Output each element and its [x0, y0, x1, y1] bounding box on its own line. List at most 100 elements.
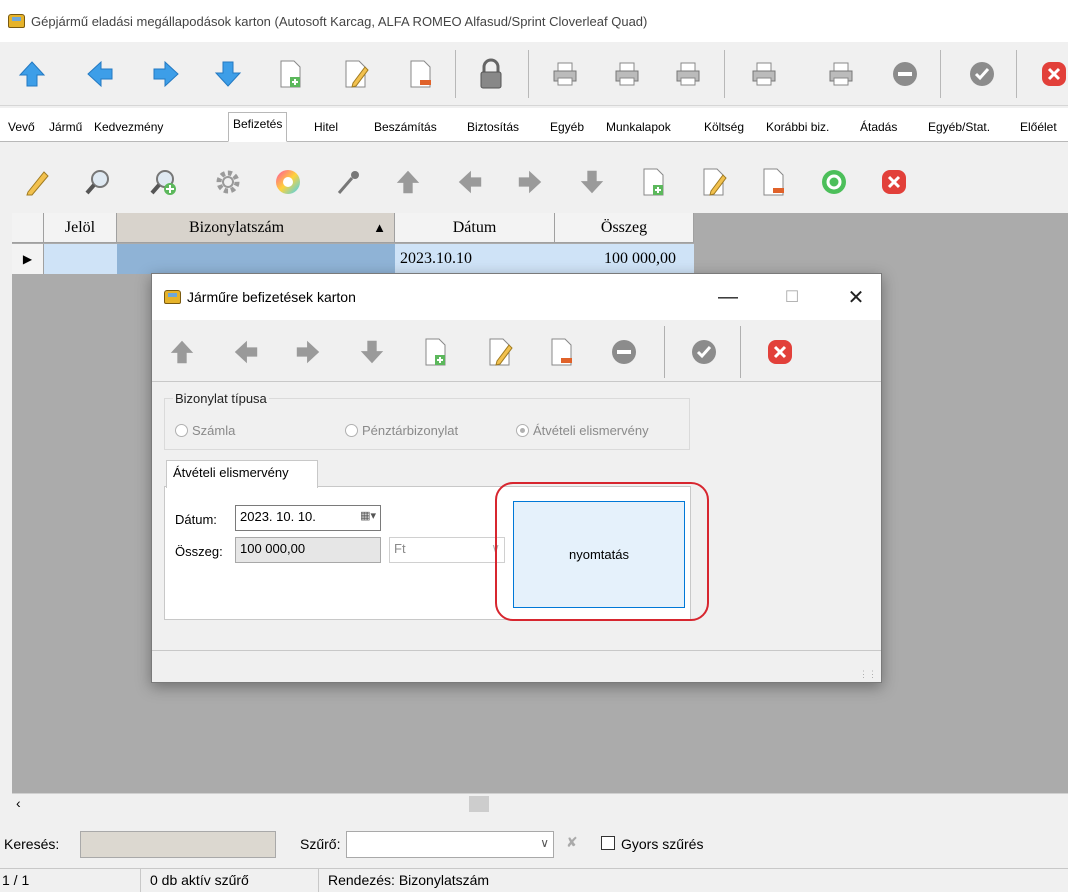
date-field[interactable]: 2023. 10. 10. ▦▾: [235, 505, 381, 531]
tab-hitel[interactable]: Hitel: [310, 116, 342, 138]
cell-jelol[interactable]: [44, 244, 117, 274]
radio-label: Pénztárbizonylat: [362, 423, 459, 438]
cell-bizonylatszam[interactable]: [117, 244, 395, 274]
column-header-osszeg[interactable]: Összeg: [555, 213, 694, 243]
radio-label: Átvételi elismervény: [533, 423, 649, 438]
radio-circle: [175, 424, 188, 437]
tab-egyeb[interactable]: Egyéb: [546, 116, 588, 138]
filter-dropdown[interactable]: ∨: [346, 831, 554, 858]
active-filter-count: 0 db aktív szűrő: [150, 872, 249, 888]
printer-icon[interactable]: [547, 54, 583, 94]
close-red-icon[interactable]: [876, 162, 912, 202]
printer-icon[interactable]: [746, 54, 782, 94]
right-arrow-icon[interactable]: [148, 54, 184, 94]
tab-atadas[interactable]: Átadás: [856, 116, 901, 138]
tab-eloelet[interactable]: Előélet: [1016, 116, 1061, 138]
filter-label: Szűrő:: [300, 836, 341, 852]
cell-osszeg[interactable]: 100 000,00: [555, 244, 694, 274]
column-header-bizonylatszam[interactable]: Bizonylatszám ▲: [117, 213, 395, 243]
tab-koltseg[interactable]: Költség: [700, 116, 748, 138]
up-arrow-icon[interactable]: [164, 332, 200, 372]
horizontal-scrollbar[interactable]: ‹: [12, 793, 1068, 813]
car-icon: [164, 290, 181, 304]
dialog-toolbar: [152, 320, 881, 382]
edit-document-icon[interactable]: [338, 54, 374, 94]
check-circle-icon[interactable]: [686, 332, 722, 372]
delete-document-icon[interactable]: [544, 332, 580, 372]
scroll-left-icon[interactable]: ‹: [16, 795, 21, 811]
lock-icon[interactable]: [473, 54, 509, 94]
document-type-group: Bizonylat típusa Számla Pénztárbizonylat…: [164, 391, 690, 450]
delete-document-icon[interactable]: [756, 162, 792, 202]
pencil-icon[interactable]: [20, 162, 56, 202]
close-red-icon[interactable]: [762, 332, 798, 372]
minimize-icon[interactable]: —: [705, 274, 751, 320]
chevron-down-icon: ∨: [540, 836, 549, 850]
left-arrow-icon[interactable]: [452, 162, 488, 202]
printer-icon[interactable]: [823, 54, 859, 94]
tab-befizetes[interactable]: Befizetés: [228, 112, 288, 142]
down-arrow-icon[interactable]: [354, 332, 390, 372]
sort-ascending-icon: ▲: [373, 219, 386, 235]
resize-grip-icon[interactable]: ⋮⋮: [859, 669, 877, 680]
new-document-icon[interactable]: [636, 162, 672, 202]
amount-label: Összeg:: [175, 544, 223, 559]
tab-beszamitas[interactable]: Beszámítás: [370, 116, 441, 138]
status-bar: 1 / 1 0 db aktív szűrő Rendezés: Bizonyl…: [0, 868, 1068, 892]
date-value: 2023. 10. 10.: [240, 509, 316, 524]
down-arrow-icon[interactable]: [210, 54, 246, 94]
column-header-jelol[interactable]: Jelöl: [44, 213, 117, 243]
minus-circle-icon[interactable]: [606, 332, 642, 372]
left-arrow-icon[interactable]: [82, 54, 118, 94]
maximize-icon[interactable]: ☐: [769, 274, 815, 320]
right-arrow-icon[interactable]: [512, 162, 548, 202]
scrollbar-thumb[interactable]: [469, 796, 489, 812]
new-document-icon[interactable]: [418, 332, 454, 372]
radio-atveteli-elismerveny[interactable]: Átvételi elismervény: [516, 423, 649, 438]
cell-datum[interactable]: 2023.10.10: [395, 244, 555, 274]
column-header-datum[interactable]: Dátum: [395, 213, 555, 243]
tab-egyeb-stat[interactable]: Egyéb/Stat.: [924, 116, 994, 138]
search-icon[interactable]: [80, 162, 116, 202]
new-document-icon[interactable]: [273, 54, 309, 94]
check-circle-icon[interactable]: [964, 54, 1000, 94]
radio-penztarbizonylat[interactable]: Pénztárbizonylat: [345, 423, 458, 438]
current-row-indicator-icon: ▶: [12, 244, 44, 274]
tab-atveteli-elismerveny[interactable]: Átvételi elismervény: [166, 460, 318, 488]
quick-filter-checkbox[interactable]: [601, 836, 615, 850]
up-arrow-icon[interactable]: [14, 54, 50, 94]
amount-value: 100 000,00: [240, 541, 306, 556]
refresh-icon[interactable]: [816, 162, 852, 202]
color-wheel-icon[interactable]: [270, 162, 306, 202]
close-red-icon[interactable]: [1040, 54, 1068, 94]
up-arrow-icon[interactable]: [390, 162, 426, 202]
search-input[interactable]: [80, 831, 276, 858]
pipette-icon[interactable]: [330, 162, 366, 202]
dialog-titlebar: Járműre befizetések karton — ☐ ✕: [152, 274, 881, 320]
tab-korabbi-biz[interactable]: Korábbi biz.: [762, 116, 833, 138]
right-arrow-icon[interactable]: [290, 332, 326, 372]
printer-icon[interactable]: [609, 54, 645, 94]
tab-munkalapok[interactable]: Munkalapok: [602, 116, 675, 138]
payment-dialog: Járműre befizetések karton — ☐ ✕ Bizonyl…: [151, 273, 882, 683]
edit-document-icon[interactable]: [482, 332, 518, 372]
currency-dropdown[interactable]: Ft ∨: [389, 537, 505, 563]
amount-field[interactable]: 100 000,00: [235, 537, 381, 563]
clear-filter-icon[interactable]: ✘: [566, 834, 578, 851]
close-icon[interactable]: ✕: [833, 274, 879, 320]
minus-circle-icon[interactable]: [887, 54, 923, 94]
calendar-dropdown-icon[interactable]: ▦▾: [360, 509, 376, 522]
radio-szamla[interactable]: Számla: [175, 423, 235, 438]
edit-document-icon[interactable]: [696, 162, 732, 202]
search-add-icon[interactable]: [145, 162, 181, 202]
car-icon: [8, 14, 25, 28]
tab-biztositas[interactable]: Biztosítás: [463, 116, 523, 138]
tab-jarmu[interactable]: Jármű: [45, 116, 86, 138]
left-arrow-icon[interactable]: [228, 332, 264, 372]
down-arrow-icon[interactable]: [574, 162, 610, 202]
printer-icon[interactable]: [670, 54, 706, 94]
tab-kedvezmeny[interactable]: Kedvezmény: [90, 116, 167, 138]
tab-vevo[interactable]: Vevő: [4, 116, 39, 138]
gear-icon[interactable]: [210, 162, 246, 202]
delete-document-icon[interactable]: [403, 54, 439, 94]
